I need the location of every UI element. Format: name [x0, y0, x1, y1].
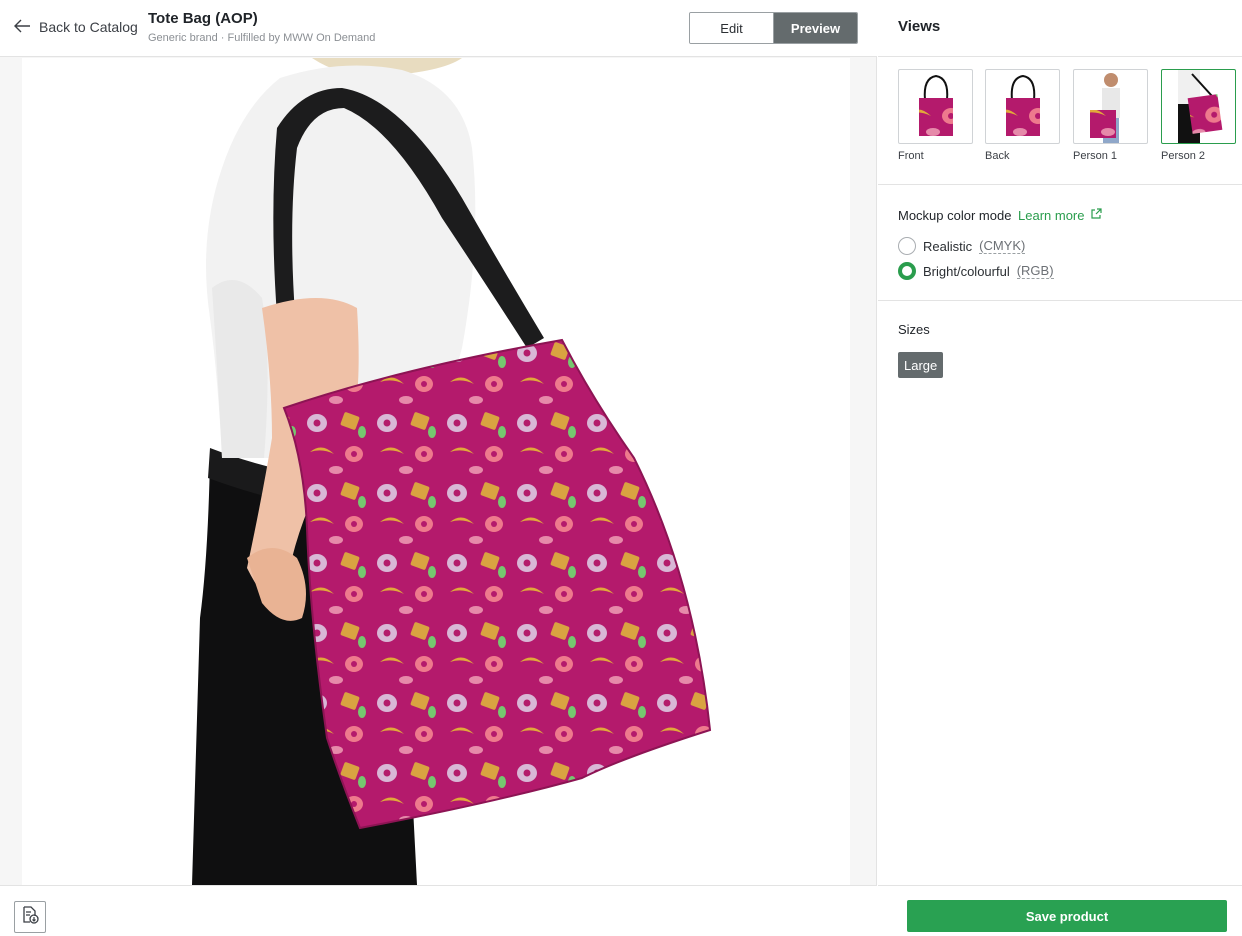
sizes-label: Sizes — [898, 322, 930, 337]
preview-area: Back to Catalog Tote Bag (AOP) Generic b… — [0, 0, 877, 936]
tab-preview[interactable]: Preview — [774, 13, 857, 43]
download-mockup-button[interactable] — [14, 901, 46, 933]
radio-hint: (CMYK) — [979, 238, 1026, 254]
view-label: Person 1 — [1073, 150, 1118, 162]
bottom-bar — [0, 885, 877, 936]
view-label: Person 2 — [1161, 150, 1206, 162]
external-link-icon — [1090, 208, 1103, 223]
panel-footer: Save product — [878, 885, 1242, 936]
back-label: Back to Catalog — [39, 19, 138, 35]
size-chip-large[interactable]: Large — [898, 352, 944, 378]
file-download-icon — [21, 905, 39, 929]
radio-bright-colourful[interactable]: Bright/colourful (RGB) — [898, 262, 1054, 280]
top-bar: Back to Catalog Tote Bag (AOP) Generic b… — [0, 0, 877, 57]
view-front[interactable]: Front — [898, 69, 974, 162]
tote-front-thumbnail — [898, 69, 973, 144]
radio-label: Bright/colourful — [923, 263, 1010, 279]
tote-back-thumbnail — [985, 69, 1060, 144]
product-title: Tote Bag (AOP) — [148, 10, 258, 27]
learn-more-text: Learn more — [1018, 208, 1085, 223]
views-list: Front Back Person 1 Person 2 — [878, 57, 1242, 185]
settings-panel: Views Front Back Person 1 Person 2 Mocku… — [878, 0, 1242, 936]
radio-realistic[interactable]: Realistic (CMYK) — [898, 237, 1026, 255]
radio-circle[interactable] — [898, 262, 916, 280]
radio-circle[interactable] — [898, 237, 916, 255]
person-holding-tote-thumbnail — [1073, 69, 1148, 144]
mockup-image — [22, 58, 850, 885]
radio-hint: (RGB) — [1016, 263, 1054, 279]
tab-edit[interactable]: Edit — [690, 13, 774, 43]
person-with-tote-illustration — [192, 58, 712, 885]
view-back[interactable]: Back — [985, 69, 1061, 162]
learn-more-link[interactable]: Learn more — [1018, 208, 1103, 223]
mockup-color-mode-label: Mockup color mode — [898, 208, 1012, 223]
views-heading: Views — [878, 0, 1242, 57]
view-label: Back — [985, 150, 1010, 162]
radio-label: Realistic — [923, 238, 973, 254]
product-preview-app: Back to Catalog Tote Bag (AOP) Generic b… — [0, 0, 1242, 936]
arrow-left-icon — [14, 19, 31, 36]
person-shoulder-tote-thumbnail — [1161, 69, 1236, 144]
view-person-2[interactable]: Person 2 — [1161, 69, 1237, 162]
back-to-catalog-link[interactable]: Back to Catalog — [14, 17, 138, 37]
product-heading: Tote Bag (AOP) Generic brand · Fulfilled… — [148, 9, 375, 46]
view-label: Front — [898, 150, 924, 162]
view-person-1[interactable]: Person 1 — [1073, 69, 1149, 162]
save-product-button[interactable]: Save product — [907, 900, 1227, 932]
edit-preview-toggle: Edit Preview — [689, 12, 858, 44]
mockup-color-mode-section: Mockup color mode Learn more Realistic (… — [878, 185, 1242, 301]
product-subtitle: Generic brand · Fulfilled by MWW On Dema… — [148, 32, 376, 44]
